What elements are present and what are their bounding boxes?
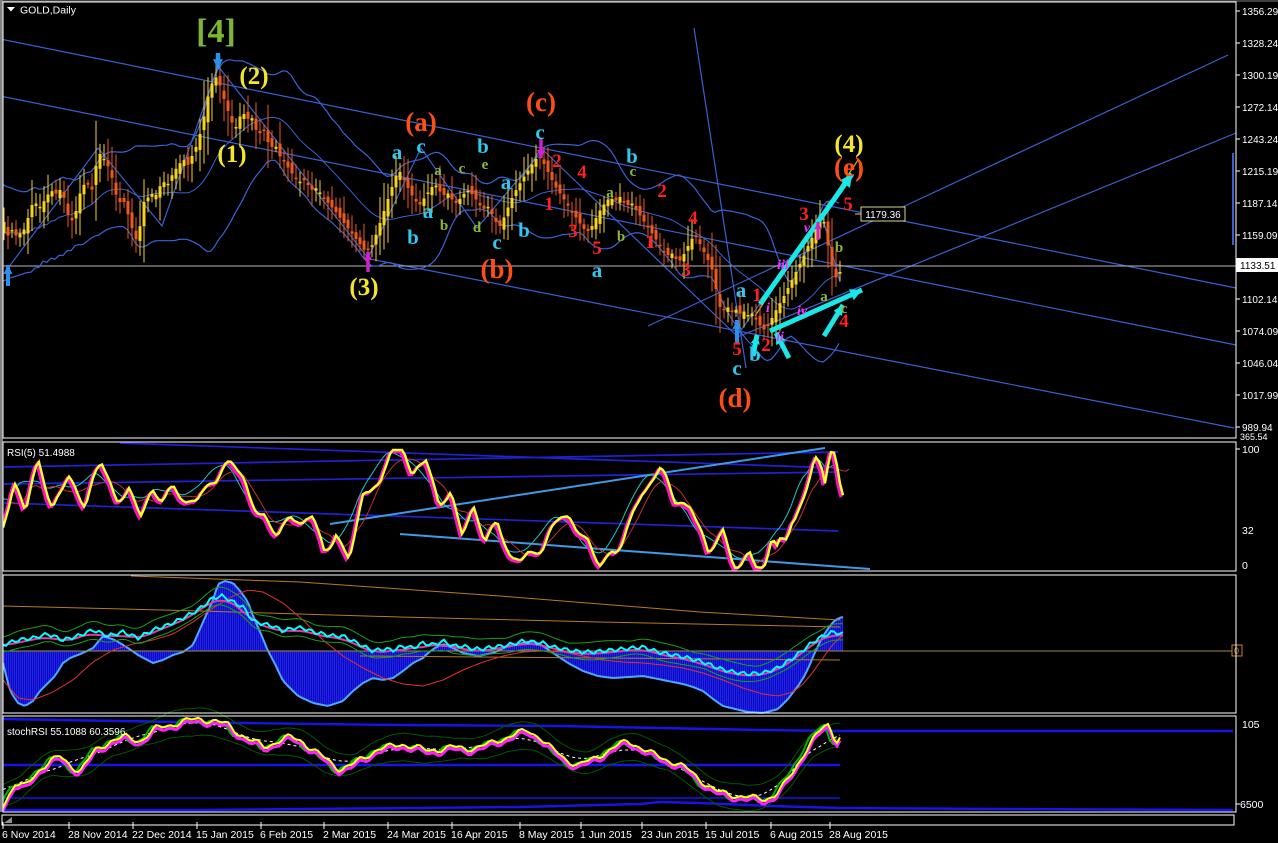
svg-text:c: c: [535, 120, 544, 144]
svg-text:c: c: [416, 134, 425, 158]
svg-text:1 Jun 2015: 1 Jun 2015: [580, 829, 632, 841]
svg-text:1102.14: 1102.14: [1242, 295, 1278, 306]
svg-text:RSI(5) 51.4988: RSI(5) 51.4988: [7, 448, 75, 459]
svg-text:1017.99: 1017.99: [1242, 391, 1278, 402]
svg-text:22 Dec 2014: 22 Dec 2014: [132, 829, 192, 841]
svg-text:3: 3: [568, 221, 578, 242]
svg-text:1356.29: 1356.29: [1242, 7, 1278, 18]
svg-text:1: 1: [645, 232, 655, 253]
svg-text:b: b: [440, 218, 448, 234]
svg-text:a: a: [606, 185, 614, 201]
svg-text:1243.24: 1243.24: [1242, 135, 1278, 146]
svg-text:c: c: [459, 161, 466, 177]
svg-text:b: b: [617, 229, 625, 245]
svg-text:stochRSI 55.1088 60.3596: stochRSI 55.1088 60.3596: [7, 727, 126, 738]
svg-text:1133.51: 1133.51: [1240, 261, 1276, 272]
svg-text:24 Mar 2015: 24 Mar 2015: [387, 829, 446, 841]
svg-text:1187.14: 1187.14: [1242, 199, 1278, 210]
svg-text:3: 3: [681, 260, 691, 281]
svg-text:1046.04: 1046.04: [1242, 359, 1278, 370]
svg-text:GOLD,Daily: GOLD,Daily: [20, 5, 77, 17]
svg-text:8 May 2015: 8 May 2015: [519, 829, 574, 841]
svg-text:1: 1: [752, 285, 762, 306]
svg-text:ii: ii: [776, 330, 784, 345]
svg-text:1300.19: 1300.19: [1242, 71, 1278, 82]
svg-text:0: 0: [1242, 560, 1248, 572]
svg-text:(e): (e): [834, 152, 864, 182]
svg-text:1179.36: 1179.36: [865, 210, 901, 221]
svg-text:(c): (c): [526, 87, 556, 117]
svg-text:1272.14: 1272.14: [1242, 103, 1278, 114]
svg-text:2: 2: [761, 335, 771, 356]
svg-text:1328.24: 1328.24: [1242, 39, 1278, 50]
svg-text:32: 32: [1242, 525, 1254, 537]
svg-text:2: 2: [552, 151, 562, 172]
svg-text:5: 5: [843, 194, 853, 215]
svg-text:5: 5: [732, 339, 742, 360]
svg-text:a: a: [592, 258, 603, 282]
svg-text:2 Mar 2015: 2 Mar 2015: [323, 829, 376, 841]
svg-text:a: a: [736, 278, 747, 302]
svg-text:c: c: [492, 230, 501, 254]
svg-text:23 Jun 2015: 23 Jun 2015: [641, 829, 699, 841]
svg-text:iii: iii: [777, 258, 789, 273]
svg-text:28 Aug 2015: 28 Aug 2015: [829, 829, 888, 841]
svg-text:a: a: [423, 199, 434, 223]
svg-text:365.54: 365.54: [1240, 432, 1268, 442]
svg-text:(3): (3): [349, 274, 378, 301]
svg-text:a: a: [392, 140, 403, 164]
svg-text:1074.09: 1074.09: [1242, 327, 1278, 338]
svg-text:1215.19: 1215.19: [1242, 167, 1278, 178]
svg-text:6 Nov 2014: 6 Nov 2014: [2, 829, 56, 841]
svg-text:0: 0: [1234, 646, 1239, 656]
svg-text:b: b: [407, 225, 419, 249]
svg-text:16 Apr 2015: 16 Apr 2015: [451, 829, 508, 841]
svg-text:[4]: [4]: [196, 13, 236, 50]
svg-text:4: 4: [839, 311, 849, 332]
svg-text:6 Aug 2015: 6 Aug 2015: [770, 829, 823, 841]
svg-text:(d): (d): [719, 383, 752, 413]
svg-text:i: i: [766, 301, 770, 316]
svg-text:a: a: [434, 163, 442, 179]
svg-text:1: 1: [544, 194, 554, 215]
svg-text:b: b: [518, 218, 530, 242]
svg-text:4: 4: [577, 162, 587, 183]
svg-text:d: d: [473, 220, 482, 236]
svg-text:6500: 6500: [1240, 799, 1264, 811]
svg-text:(2): (2): [239, 63, 268, 90]
svg-text:(b): (b): [481, 254, 514, 284]
svg-text:1159.09: 1159.09: [1242, 231, 1278, 242]
svg-text:2: 2: [657, 181, 667, 202]
svg-text:b: b: [477, 134, 489, 158]
svg-text:15 Jan 2015: 15 Jan 2015: [196, 829, 254, 841]
svg-text:v: v: [804, 221, 811, 236]
svg-text:15 Jul 2015: 15 Jul 2015: [705, 829, 759, 841]
svg-text:e: e: [482, 157, 489, 173]
svg-text:iv: iv: [797, 304, 808, 319]
svg-text:a: a: [501, 170, 512, 194]
svg-text:5: 5: [592, 238, 602, 259]
svg-text:28 Nov 2014: 28 Nov 2014: [68, 829, 128, 841]
svg-text:c: c: [630, 164, 637, 180]
svg-text:(1): (1): [217, 141, 246, 168]
svg-text:(a): (a): [405, 107, 436, 137]
svg-text:b: b: [835, 240, 843, 256]
svg-text:100: 100: [1242, 444, 1260, 456]
svg-text:6 Feb 2015: 6 Feb 2015: [260, 829, 313, 841]
svg-text:4: 4: [688, 208, 698, 229]
svg-text:a: a: [820, 289, 828, 305]
svg-text:105: 105: [1242, 719, 1260, 731]
svg-text:b: b: [749, 342, 761, 366]
